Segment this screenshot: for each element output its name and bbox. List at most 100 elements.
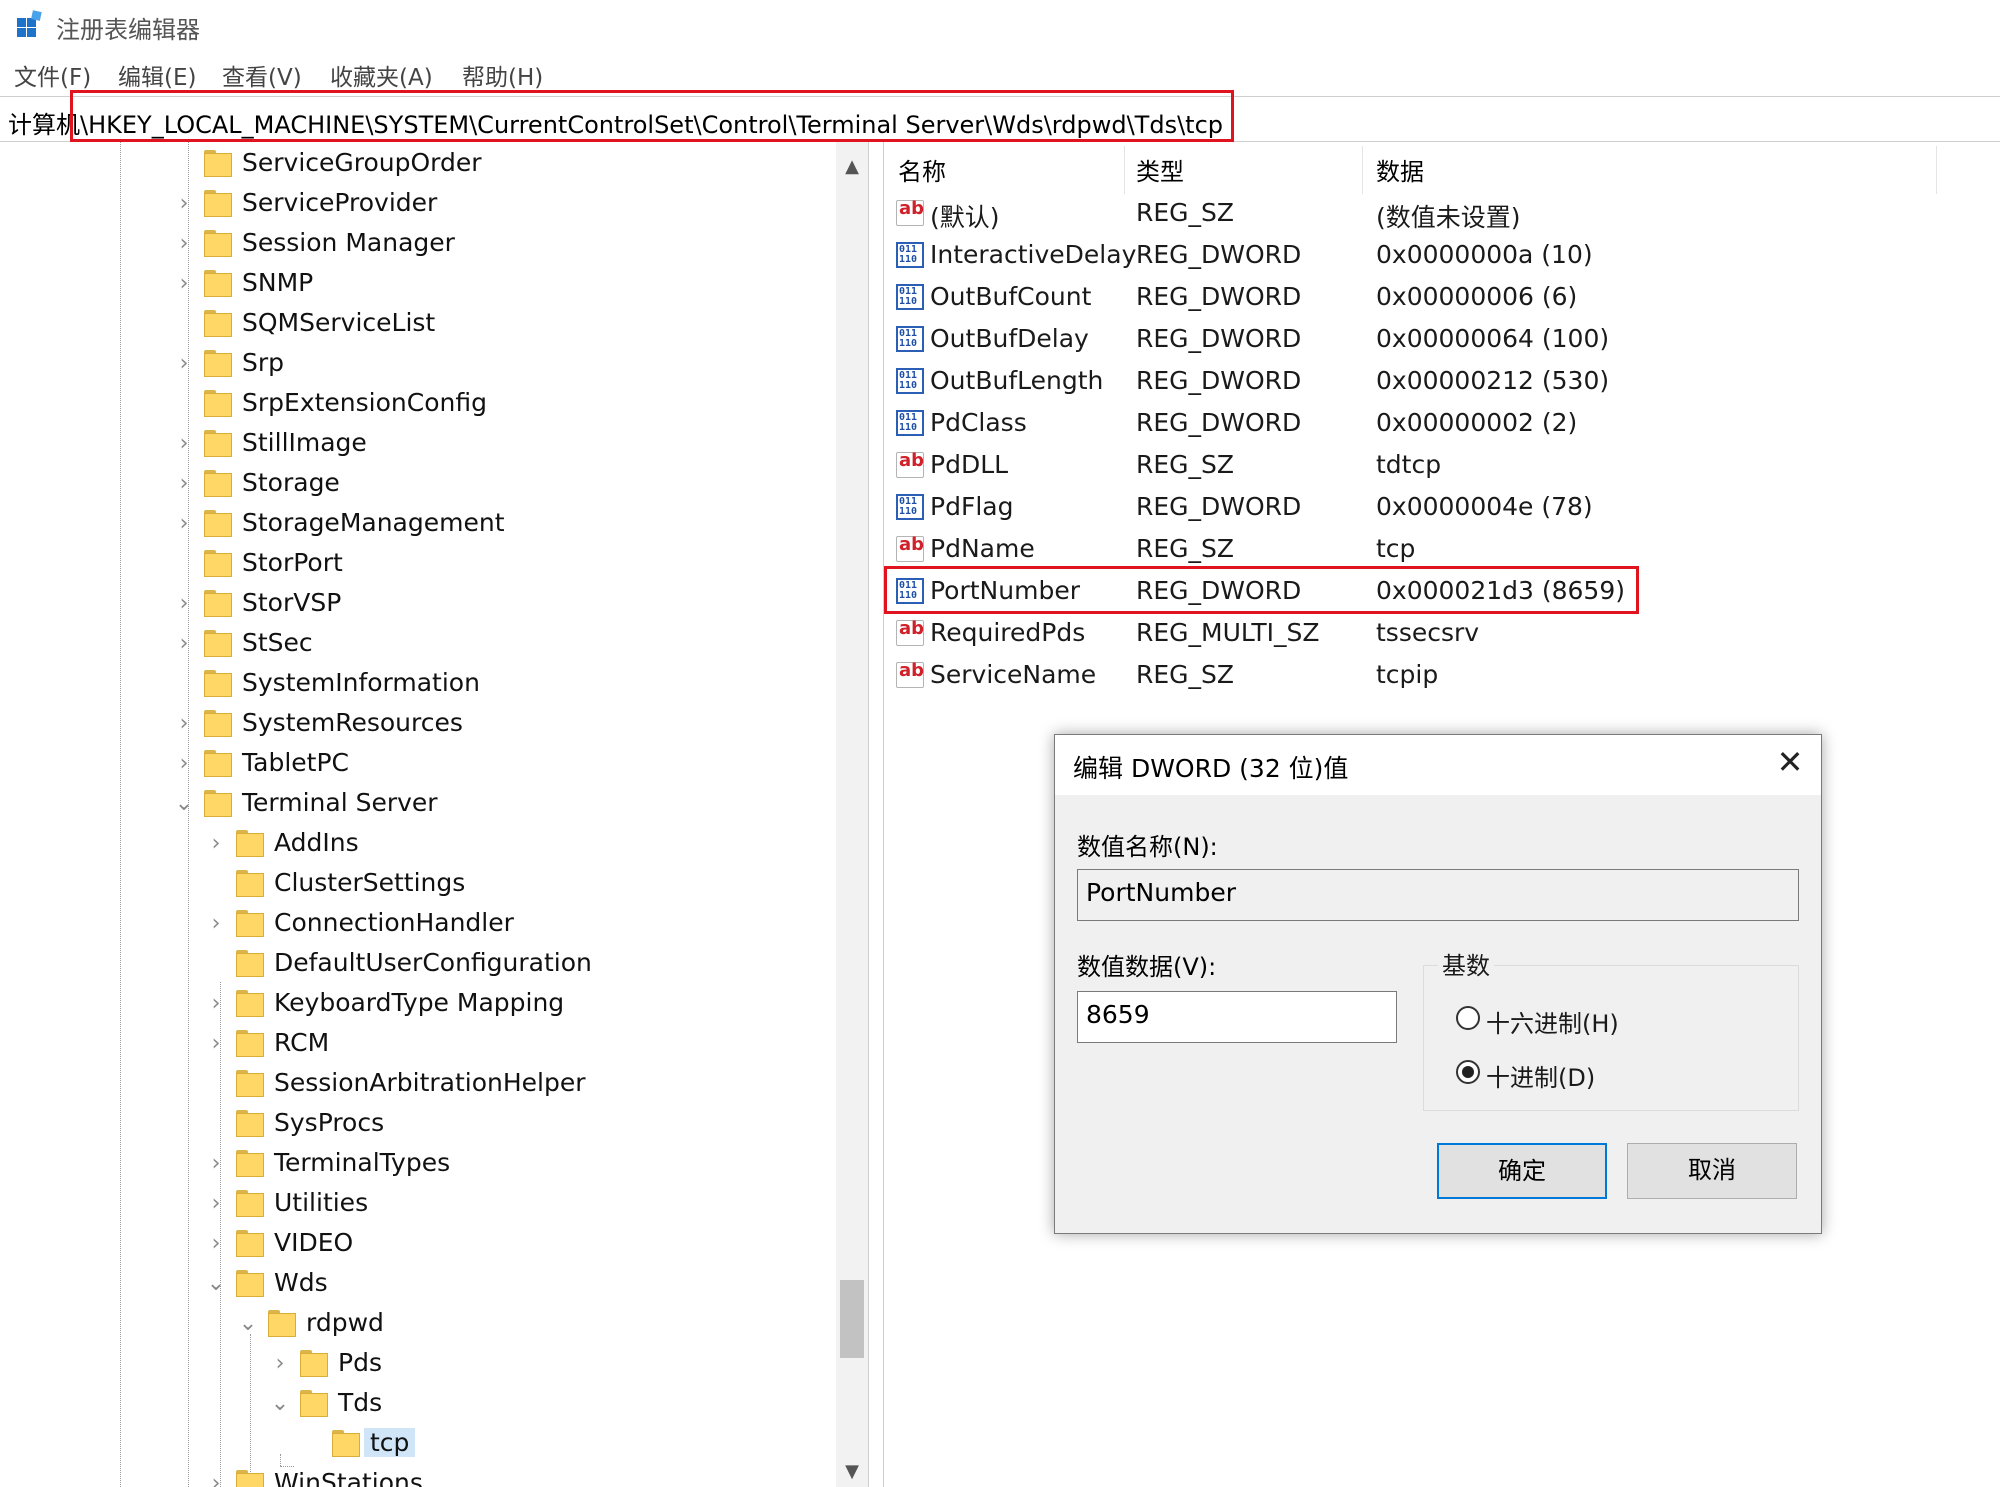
column-divider[interactable] (1362, 146, 1363, 194)
value-row[interactable]: 011 110 PdFlag REG_DWORD 0x0000004e (78) (884, 486, 2000, 528)
menu-edit[interactable]: 编辑(E) (118, 58, 196, 92)
chevron-right-icon[interactable]: › (174, 432, 194, 456)
tree-item[interactable]: StorPort (0, 544, 840, 584)
folder-icon (204, 430, 232, 457)
tree-item[interactable]: › AddIns (0, 824, 840, 864)
tree-item[interactable]: › SNMP (0, 264, 840, 304)
value-row[interactable]: ab PdDLL REG_SZ tdtcp (884, 444, 2000, 486)
tree-item[interactable]: › Srp (0, 344, 840, 384)
value-row[interactable]: 011 110 InteractiveDelay REG_DWORD 0x0000000… (884, 234, 2000, 276)
value-type: REG_DWORD (1136, 366, 1302, 395)
chevron-right-icon[interactable]: › (174, 632, 194, 656)
chevron-right-icon[interactable]: › (174, 272, 194, 296)
tree-item[interactable]: › StorVSP (0, 584, 840, 624)
tree-item-label: StSec (242, 628, 313, 657)
chevron-right-icon[interactable]: › (174, 512, 194, 536)
radio-on-icon[interactable] (1456, 1060, 1480, 1084)
value-row[interactable]: 011 110 PdClass REG_DWORD 0x00000002 (2) (884, 402, 2000, 444)
value-row[interactable]: 011 110 OutBufCount REG_DWORD 0x00000006 (6) (884, 276, 2000, 318)
tree-item[interactable]: › StSec (0, 624, 840, 664)
tree-item[interactable]: SysProcs (0, 1104, 840, 1144)
column-header-name[interactable]: 名称 (898, 152, 946, 187)
chevron-down-icon[interactable]: ⌄ (206, 1272, 226, 1296)
tree-item[interactable]: ⌄ Terminal Server (0, 784, 840, 824)
chevron-right-icon[interactable]: › (206, 1152, 226, 1176)
tree-item[interactable]: › Storage (0, 464, 840, 504)
chevron-right-icon[interactable]: › (270, 1352, 290, 1376)
pane-splitter[interactable] (868, 142, 884, 1487)
dec-radio[interactable]: 十进制(D) (1456, 1056, 1756, 1092)
tree-item[interactable]: › ConnectionHandler (0, 904, 840, 944)
tree-item[interactable]: › KeyboardType Mapping (0, 984, 840, 1024)
folder-icon (236, 910, 264, 937)
tree-item[interactable]: › StorageManagement (0, 504, 840, 544)
value-row[interactable]: 011 110 OutBufDelay REG_DWORD 0x00000064 (10… (884, 318, 2000, 360)
tree-item[interactable]: › VIDEO (0, 1224, 840, 1264)
value-name-field[interactable]: PortNumber (1077, 869, 1799, 921)
tree-item[interactable]: › WinStations (0, 1464, 840, 1487)
tree-item-selected[interactable]: tcp (0, 1424, 840, 1464)
chevron-down-icon[interactable]: ⌄ (174, 792, 194, 816)
menu-help[interactable]: 帮助(H) (462, 58, 543, 92)
tree-item[interactable]: ServiceGroupOrder (0, 144, 840, 184)
menu-favorites[interactable]: 收藏夹(A) (330, 58, 433, 92)
tree-item[interactable]: › RCM (0, 1024, 840, 1064)
ok-button[interactable]: 确定 (1437, 1143, 1607, 1199)
tree-item[interactable]: ⌄ Tds (0, 1384, 840, 1424)
scroll-thumb[interactable] (840, 1280, 864, 1358)
chevron-right-icon[interactable]: › (206, 1232, 226, 1256)
value-data-field[interactable]: 8659 (1077, 991, 1397, 1043)
tree-item[interactable]: › Session Manager (0, 224, 840, 264)
scroll-down-icon[interactable]: ▼ (836, 1457, 868, 1487)
column-divider[interactable] (1124, 146, 1125, 194)
chevron-down-icon[interactable]: ⌄ (270, 1392, 290, 1416)
chevron-right-icon[interactable]: › (206, 1472, 226, 1487)
chevron-right-icon[interactable]: › (174, 752, 194, 776)
tree-item[interactable]: › StillImage (0, 424, 840, 464)
tree-item[interactable]: › Utilities (0, 1184, 840, 1224)
tree-item[interactable]: SQMServiceList (0, 304, 840, 344)
value-type: REG_SZ (1136, 450, 1235, 479)
tree-item[interactable]: ⌄ rdpwd (0, 1304, 840, 1344)
tree-item[interactable]: SessionArbitrationHelper (0, 1064, 840, 1104)
value-row[interactable]: ab (默认) REG_SZ (数值未设置) (884, 192, 2000, 234)
column-header-data[interactable]: 数据 (1376, 152, 1424, 187)
value-row[interactable]: ab RequiredPds REG_MULTI_SZ tssecsrv (884, 612, 2000, 654)
chevron-right-icon[interactable]: › (206, 992, 226, 1016)
tree-item[interactable]: SrpExtensionConfig (0, 384, 840, 424)
value-row[interactable]: ab PdName REG_SZ tcp (884, 528, 2000, 570)
tree-scrollbar[interactable]: ▲ ▼ (836, 142, 868, 1487)
chevron-right-icon[interactable]: › (206, 912, 226, 936)
chevron-right-icon[interactable]: › (174, 192, 194, 216)
chevron-right-icon[interactable]: › (174, 712, 194, 736)
menu-view[interactable]: 查看(V) (222, 58, 302, 92)
radio-off-icon[interactable] (1456, 1006, 1480, 1030)
tree-item[interactable]: ClusterSettings (0, 864, 840, 904)
tree-item[interactable]: SystemInformation (0, 664, 840, 704)
value-row[interactable]: ab ServiceName REG_SZ tcpip (884, 654, 2000, 696)
column-divider[interactable] (1936, 146, 1937, 194)
chevron-right-icon[interactable]: › (206, 832, 226, 856)
chevron-down-icon[interactable]: ⌄ (238, 1312, 258, 1336)
tree-item[interactable]: › SystemResources (0, 704, 840, 744)
chevron-right-icon[interactable]: › (174, 232, 194, 256)
chevron-right-icon[interactable]: › (174, 352, 194, 376)
cancel-button[interactable]: 取消 (1627, 1143, 1797, 1199)
chevron-right-icon[interactable]: › (174, 472, 194, 496)
menu-file[interactable]: 文件(F) (14, 58, 91, 92)
chevron-right-icon[interactable]: › (174, 592, 194, 616)
tree-item[interactable]: › Pds (0, 1344, 840, 1384)
value-row[interactable]: 011 110 OutBufLength REG_DWORD 0x00000212 (5… (884, 360, 2000, 402)
tree-item[interactable]: › TabletPC (0, 744, 840, 784)
folder-icon (300, 1350, 328, 1377)
tree-item[interactable]: › TerminalTypes (0, 1144, 840, 1184)
scroll-up-icon[interactable]: ▲ (836, 152, 868, 182)
chevron-right-icon[interactable]: › (206, 1192, 226, 1216)
tree-item[interactable]: › ServiceProvider (0, 184, 840, 224)
close-icon[interactable]: ✕ (1773, 745, 1807, 779)
tree-item[interactable]: DefaultUserConfiguration (0, 944, 840, 984)
column-header-type[interactable]: 类型 (1136, 152, 1184, 187)
tree-item[interactable]: ⌄ Wds (0, 1264, 840, 1304)
hex-radio[interactable]: 十六进制(H) (1456, 1002, 1756, 1038)
chevron-right-icon[interactable]: › (206, 1032, 226, 1056)
